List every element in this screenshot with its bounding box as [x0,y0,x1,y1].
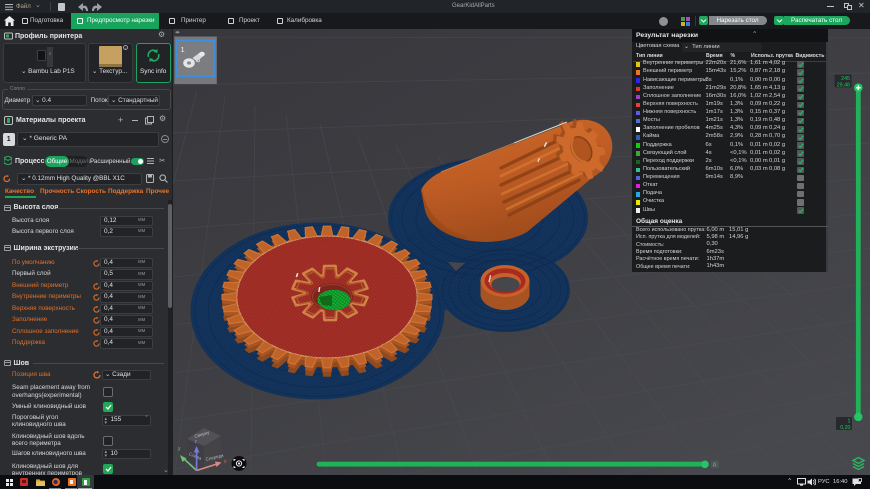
svg-text:29,48: 29,48 [837,83,850,89]
svg-text:A: A [713,462,717,468]
svg-text:1: 1 [181,45,185,54]
svg-text:1: 1 [848,419,851,425]
svg-text:245: 245 [841,76,850,82]
svg-text:◂▸: ◂▸ [175,30,181,36]
svg-text:0,20: 0,20 [840,425,850,431]
